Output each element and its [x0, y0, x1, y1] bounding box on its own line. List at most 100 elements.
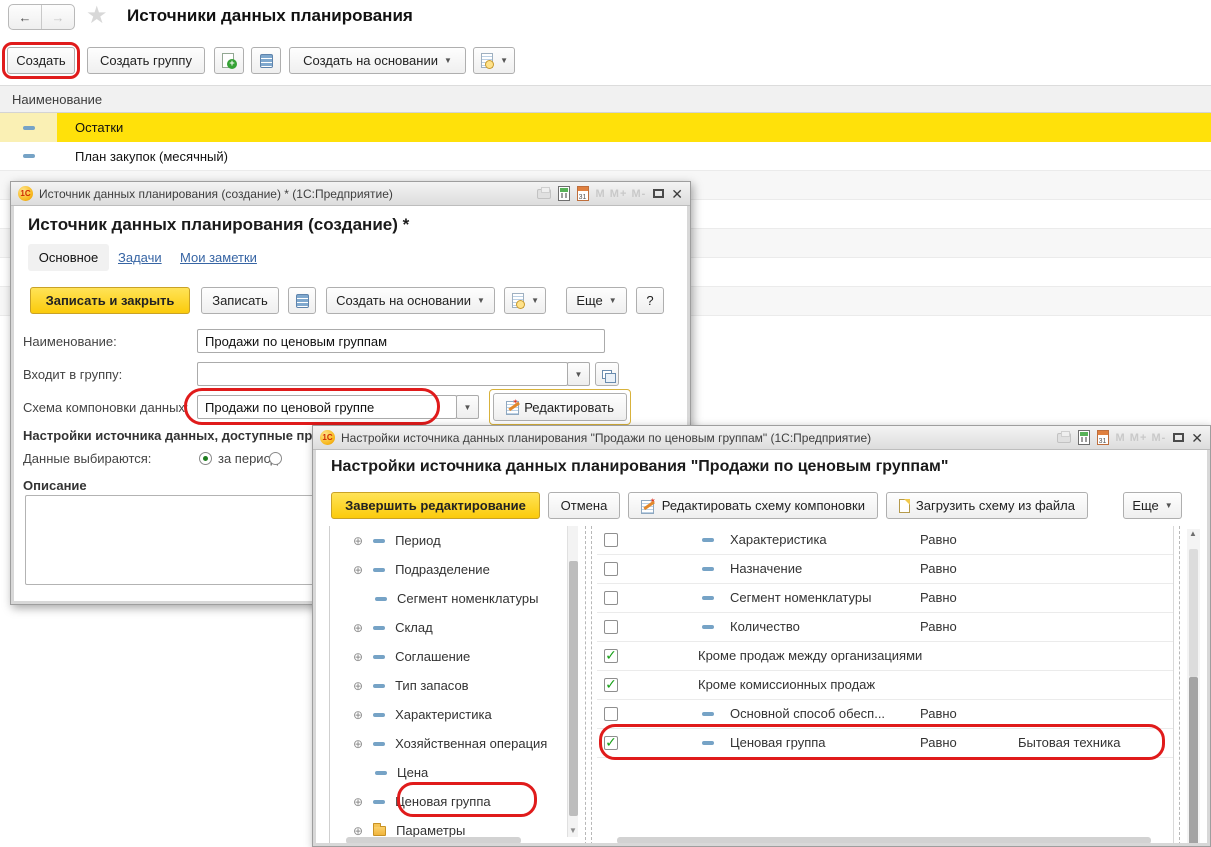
edit-schema-button[interactable]: ✶ Редактировать: [493, 393, 627, 421]
finish-editing-button[interactable]: Завершить редактирование: [331, 492, 540, 519]
radio-period[interactable]: [199, 452, 212, 465]
filters-table: Характеристика Равно Назначение Равно Се…: [597, 526, 1174, 843]
filter-row[interactable]: Количество Равно: [597, 613, 1173, 642]
schema-input[interactable]: Продажи по ценовой группе: [197, 395, 457, 419]
scroll-down-arrow-icon[interactable]: ▼: [569, 826, 577, 835]
filter-checkbox[interactable]: [604, 591, 618, 605]
more-button[interactable]: Еще▼: [566, 287, 627, 314]
filter-checkbox[interactable]: [604, 533, 618, 547]
close-icon[interactable]: ✕: [1191, 431, 1203, 445]
tree-item-stock-type[interactable]: ⊕ Тип запасов: [331, 671, 567, 700]
expand-icon[interactable]: ⊕: [353, 825, 363, 837]
tree-item-business-operation[interactable]: ⊕ Хозяйственная операция: [331, 729, 567, 758]
dash-icon: [23, 126, 35, 130]
tree-scrollbar-thumb[interactable]: [569, 561, 578, 816]
filter-row[interactable]: Характеристика Равно: [597, 526, 1173, 555]
filter-checkbox[interactable]: [604, 562, 618, 576]
filter-row[interactable]: Сегмент номенклатуры Равно: [597, 584, 1173, 613]
group-dropdown-button[interactable]: ▼: [567, 362, 590, 386]
favorite-star-icon[interactable]: ★: [86, 1, 108, 30]
report-menu-button[interactable]: ▼: [473, 47, 515, 74]
tree-item-segment[interactable]: Сегмент номенклатуры: [331, 584, 567, 613]
copy-list-button[interactable]: [288, 287, 316, 314]
tree-item-period[interactable]: ⊕ Период: [331, 526, 567, 555]
expand-icon[interactable]: ⊕: [353, 680, 363, 692]
filters-scrollbar[interactable]: ▲: [1187, 529, 1200, 843]
save-button[interactable]: Записать: [201, 287, 279, 314]
filters-scrollbar-thumb[interactable]: [1189, 677, 1198, 843]
tree-item-agreement[interactable]: ⊕ Соглашение: [331, 642, 567, 671]
name-input[interactable]: Продажи по ценовым группам: [197, 329, 605, 353]
expand-icon[interactable]: ⊕: [353, 651, 363, 663]
scroll-up-arrow-icon[interactable]: ▲: [1189, 529, 1197, 538]
filters-scrollbar-track-top[interactable]: [1189, 549, 1198, 677]
filter-row[interactable]: Кроме комиссионных продаж: [597, 671, 1173, 700]
back-button[interactable]: ←: [9, 5, 42, 29]
tree-item-price-group[interactable]: ⊕ Ценовая группа: [331, 787, 567, 816]
tree-item-department[interactable]: ⊕ Подразделение: [331, 555, 567, 584]
more-button[interactable]: Еще▼: [1123, 492, 1182, 519]
filter-checkbox[interactable]: [604, 620, 618, 634]
tab-notes[interactable]: Мои заметки: [180, 250, 257, 265]
create-group-button[interactable]: Создать группу: [87, 47, 205, 74]
calendar-icon[interactable]: 31: [577, 186, 589, 201]
filter-checkbox-checked[interactable]: [604, 649, 618, 663]
cancel-button[interactable]: Отмена: [548, 492, 620, 519]
tree-item-characteristic[interactable]: ⊕ Характеристика: [331, 700, 567, 729]
filter-checkbox[interactable]: [604, 707, 618, 721]
filter-label: Кроме комиссионных продаж: [698, 677, 875, 692]
table-header[interactable]: Наименование: [0, 85, 1211, 113]
print-icon[interactable]: [537, 189, 551, 199]
help-button[interactable]: ?: [636, 287, 664, 314]
expand-icon[interactable]: ⊕: [353, 564, 363, 576]
expand-icon[interactable]: ⊕: [353, 796, 363, 808]
group-open-button[interactable]: [595, 362, 619, 386]
forward-button[interactable]: →: [42, 5, 74, 29]
expand-icon[interactable]: ⊕: [353, 622, 363, 634]
edit-composition-schema-button[interactable]: ✶ Редактировать схему компоновки: [628, 492, 878, 519]
add-document-button[interactable]: +: [214, 47, 244, 74]
filters-hscrollbar-thumb[interactable]: [617, 837, 1151, 843]
print-icon[interactable]: [1057, 433, 1071, 443]
filter-checkbox-checked[interactable]: [604, 736, 618, 750]
table-row-selected[interactable]: Остатки: [0, 113, 1211, 142]
tree-hscrollbar-thumb[interactable]: [346, 837, 521, 843]
load-schema-button[interactable]: Загрузить схему из файла: [886, 492, 1088, 519]
filter-row[interactable]: Кроме продаж между организациями: [597, 642, 1173, 671]
panel-splitter[interactable]: [585, 526, 586, 843]
tab-tasks[interactable]: Задачи: [118, 250, 162, 265]
save-close-button[interactable]: Записать и закрыть: [30, 287, 190, 314]
maximize-icon[interactable]: [1173, 433, 1184, 442]
expand-icon[interactable]: ⊕: [353, 535, 363, 547]
tree-scrollbar[interactable]: ▼: [567, 526, 578, 837]
edit-label: Редактировать: [524, 400, 614, 415]
filter-row-price-group[interactable]: Ценовая группа Равно Бытовая техника: [597, 729, 1173, 758]
dialog1-titlebar[interactable]: 1С Источник данных планирования (создани…: [11, 182, 690, 206]
panel-splitter[interactable]: [591, 526, 592, 843]
group-input[interactable]: [197, 362, 568, 386]
tree-item-price[interactable]: Цена: [331, 758, 567, 787]
dialog2-titlebar[interactable]: 1С Настройки источника данных планирован…: [313, 426, 1210, 450]
radio-second[interactable]: [269, 452, 282, 465]
table-row[interactable]: План закупок (месячный): [0, 142, 1211, 171]
description-label: Описание: [23, 478, 87, 493]
filter-checkbox-checked[interactable]: [604, 678, 618, 692]
maximize-icon[interactable]: [653, 189, 664, 198]
dialog-source-settings: 1С Настройки источника данных планирован…: [312, 425, 1211, 847]
calculator-icon[interactable]: [558, 186, 570, 201]
calculator-icon[interactable]: [1078, 430, 1090, 445]
tree-item-warehouse[interactable]: ⊕ Склад: [331, 613, 567, 642]
filter-row[interactable]: Назначение Равно: [597, 555, 1173, 584]
expand-icon[interactable]: ⊕: [353, 709, 363, 721]
filter-row[interactable]: Основной способ обесп... Равно: [597, 700, 1173, 729]
create-button[interactable]: Создать: [7, 47, 75, 74]
tab-main[interactable]: Основное: [28, 244, 109, 271]
create-based-on-button[interactable]: Создать на основании▼: [289, 47, 466, 74]
close-icon[interactable]: ✕: [671, 187, 683, 201]
create-based-on-button[interactable]: Создать на основании▼: [326, 287, 495, 314]
report-menu-button[interactable]: ▼: [504, 287, 546, 314]
calendar-icon[interactable]: 31: [1097, 430, 1109, 445]
expand-icon[interactable]: ⊕: [353, 738, 363, 750]
copy-list-button[interactable]: [251, 47, 281, 74]
schema-dropdown-button[interactable]: ▼: [456, 395, 479, 419]
